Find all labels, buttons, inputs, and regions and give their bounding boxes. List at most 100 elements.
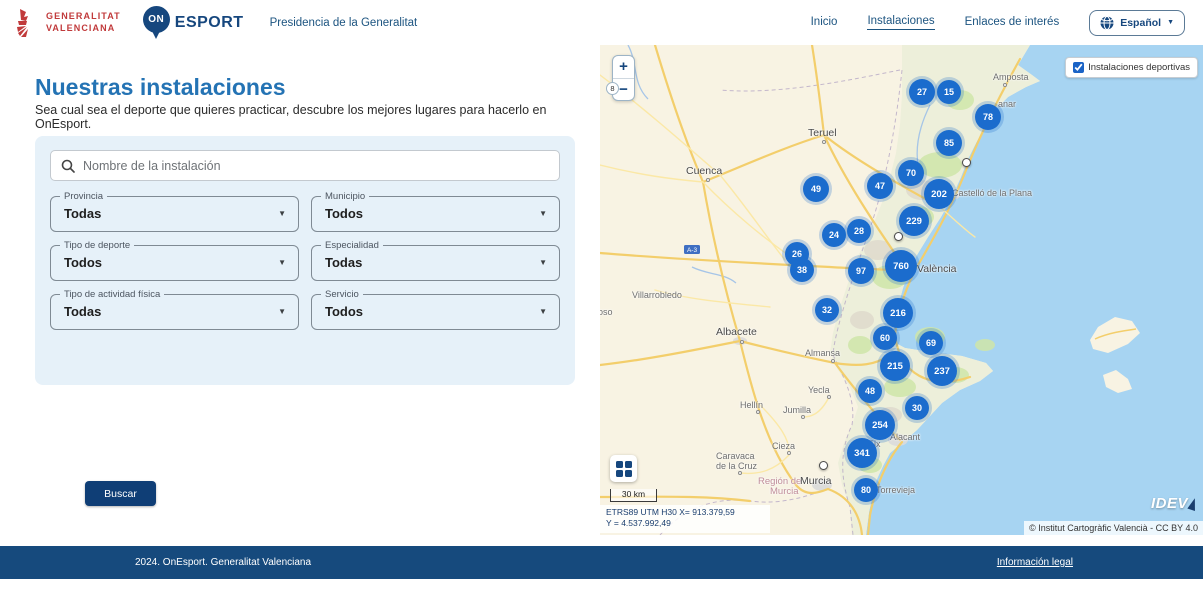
coordinates-readout: ETRS89 UTM H30 X= 913.379,59 Y = 4.537.9…: [600, 505, 770, 533]
page-title: Nuestras instalaciones: [35, 74, 286, 101]
grid-icon: [616, 461, 632, 477]
map-cluster[interactable]: 97: [848, 258, 874, 284]
facility-marker[interactable]: [819, 461, 828, 470]
town-dot: [831, 359, 835, 363]
chevron-down-icon: ▼: [278, 295, 286, 329]
map-cluster[interactable]: 38: [790, 258, 814, 282]
generalitat-wordmark: GENERALITAT VALENCIANA: [46, 11, 121, 34]
filter-value: Todas: [64, 295, 101, 329]
map-place-label: Murcia: [770, 486, 799, 497]
map-place-label: Albacete: [716, 326, 757, 338]
map-cluster[interactable]: 32: [815, 298, 839, 322]
map-cluster[interactable]: 69: [919, 331, 943, 355]
idev-check-icon: [1187, 497, 1198, 511]
map-cluster[interactable]: 48: [858, 379, 882, 403]
basemap-graphic: A-3: [600, 45, 1203, 535]
filter-select-provincia[interactable]: ProvinciaTodas▼: [50, 196, 299, 232]
language-selector[interactable]: Español ▼: [1089, 10, 1185, 36]
filter-select-especialidad[interactable]: EspecialidadTodas▼: [311, 245, 560, 281]
map-cluster[interactable]: 229: [899, 206, 929, 236]
map-place-label: Alacant: [890, 432, 920, 442]
map-cluster[interactable]: 47: [867, 173, 893, 199]
map-place-label: Yecla: [808, 385, 830, 395]
nav-enlaces[interactable]: Enlaces de interés: [965, 16, 1060, 30]
map-place-label: Hellín: [740, 400, 763, 410]
map-cluster[interactable]: 60: [873, 326, 897, 350]
town-dot: [740, 340, 744, 344]
layer-checkbox[interactable]: [1073, 62, 1084, 73]
map-place-label: Amposta: [993, 72, 1029, 82]
legal-info-link[interactable]: Información legal: [997, 557, 1073, 568]
page-subtitle: Sea cual sea el deporte que quieres prac…: [35, 103, 580, 131]
map-cluster[interactable]: 80: [854, 478, 878, 502]
map-place-label: Caravaca: [716, 451, 755, 461]
facility-marker[interactable]: [894, 232, 903, 241]
chevron-down-icon: ▼: [1167, 19, 1174, 26]
town-dot: [827, 395, 831, 399]
facility-marker[interactable]: [962, 158, 971, 167]
filter-select-tipo-de-actividad-f-sica[interactable]: Tipo de actividad físicaTodas▼: [50, 294, 299, 330]
zoom-control: + − 8: [612, 55, 635, 101]
chevron-down-icon: ▼: [539, 197, 547, 231]
map-cluster[interactable]: 78: [975, 104, 1001, 130]
map-cluster[interactable]: 237: [927, 356, 957, 386]
main-nav: Inicio Instalaciones Enlaces de interés …: [811, 10, 1185, 36]
map-place-label: Jumilla: [783, 405, 811, 415]
map-cluster[interactable]: 341: [847, 438, 877, 468]
map-place-label: Teruel: [808, 127, 837, 139]
map[interactable]: A-3 AmpostaanarTeruelCuencaCastelló de l…: [600, 45, 1203, 535]
town-dot: [738, 471, 742, 475]
map-place-label: Tomelloso: [600, 307, 613, 317]
search-button[interactable]: Buscar: [85, 481, 156, 506]
map-place-label: València: [917, 263, 957, 275]
map-cluster[interactable]: 24: [822, 223, 846, 247]
map-cluster[interactable]: 49: [803, 176, 829, 202]
map-cluster[interactable]: 254: [865, 410, 895, 440]
map-cluster[interactable]: 27: [909, 79, 935, 105]
filter-panel: ProvinciaTodas▼ MunicipioTodos▼ Tipo de de…: [35, 136, 575, 385]
town-dot: [706, 178, 710, 182]
nav-inicio[interactable]: Inicio: [811, 16, 838, 30]
filter-select-municipio[interactable]: MunicipioTodos▼: [311, 196, 560, 232]
map-place-label: Almansa: [805, 348, 840, 358]
map-cluster[interactable]: 215: [880, 351, 910, 381]
filter-select-servicio[interactable]: ServicioTodos▼: [311, 294, 560, 330]
globe-icon: [1100, 16, 1114, 30]
map-cluster[interactable]: 70: [898, 160, 924, 186]
map-cluster[interactable]: 28: [847, 219, 871, 243]
onesport-logo[interactable]: ON ESPORT: [143, 6, 244, 40]
town-dot: [801, 415, 805, 419]
coords-line1: ETRS89 UTM H30 X= 913.379,59: [606, 507, 766, 518]
filter-select-tipo-de-deporte[interactable]: Tipo de deporteTodos▼: [50, 245, 299, 281]
map-cluster[interactable]: 760: [885, 250, 917, 282]
map-place-label: anar: [998, 99, 1016, 109]
map-cluster[interactable]: 202: [924, 179, 954, 209]
town-dot: [822, 140, 826, 144]
map-attribution: © Institut Cartogràfic Valencià - CC BY …: [1024, 521, 1203, 535]
idev-logo: IDEV: [1151, 495, 1197, 512]
footer-copyright: 2024. OnEsport. Generalitat Valenciana: [135, 557, 311, 568]
generalitat-brand[interactable]: GENERALITAT VALENCIANA: [14, 8, 121, 38]
search-box: [50, 150, 560, 181]
filter-value: Todas: [325, 246, 362, 280]
nav-instalaciones[interactable]: Instalaciones: [867, 15, 934, 30]
map-cluster[interactable]: 85: [936, 130, 962, 156]
map-cluster[interactable]: 216: [883, 298, 913, 328]
search-input[interactable]: [83, 159, 523, 173]
map-place-label: Castelló de la Plana: [952, 188, 1032, 198]
basemap-switcher-button[interactable]: [610, 455, 637, 482]
town-dot: [787, 451, 791, 455]
chevron-down-icon: ▼: [539, 246, 547, 280]
page: GENERALITAT VALENCIANA ON ESPORT Preside…: [0, 0, 1203, 600]
map-cluster[interactable]: 15: [937, 80, 961, 104]
map-place-label: de la Cruz: [716, 461, 757, 471]
layer-toggle[interactable]: Instalaciones deportivas: [1065, 57, 1198, 78]
onesport-balloon-icon: ON: [143, 6, 170, 40]
map-place-label: Torrevieja: [876, 485, 915, 495]
map-cluster[interactable]: 30: [905, 396, 929, 420]
chevron-down-icon: ▼: [278, 197, 286, 231]
filters-grid: ProvinciaTodas▼ MunicipioTodos▼ Tipo de de…: [50, 196, 560, 330]
town-dot: [756, 410, 760, 414]
zoom-in-button[interactable]: +: [613, 56, 634, 78]
header-subtitle: Presidencia de la Generalitat: [270, 17, 418, 29]
